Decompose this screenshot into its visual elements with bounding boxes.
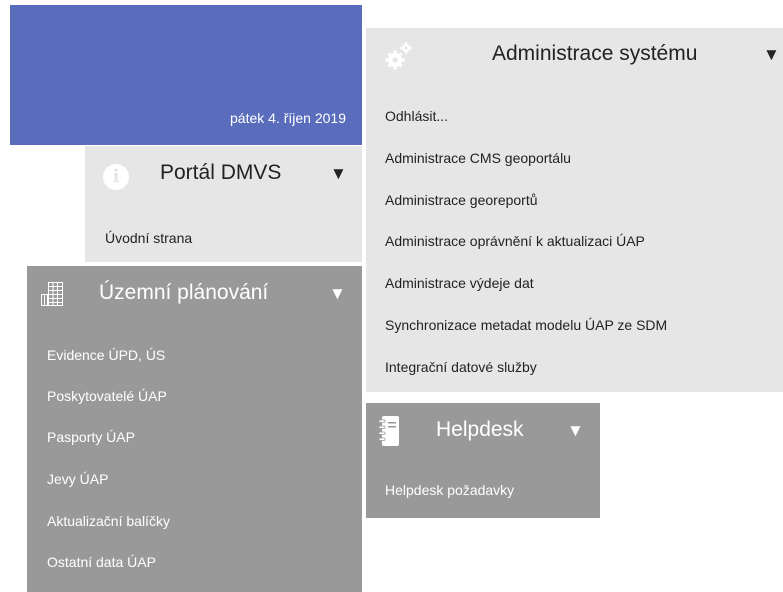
menu-item-aktualizacni-balicky[interactable]: Aktualizační balíčky bbox=[47, 513, 170, 529]
uzemni-planovani-title: Územní plánování bbox=[99, 281, 269, 304]
portal-dmvs-title: Portál DMVS bbox=[160, 161, 282, 184]
menu-item-administrace-georeportu[interactable]: Administrace georeportů bbox=[385, 192, 538, 208]
chevron-down-icon: ▼ bbox=[567, 421, 584, 440]
administrace-systemu-title: Administrace systému bbox=[492, 42, 698, 65]
helpdesk-menu: Helpdesk ▼ Helpdesk požadavky bbox=[366, 403, 600, 518]
menu-item-ostatni-data-uap[interactable]: Ostatní data ÚAP bbox=[47, 554, 156, 570]
menu-item-helpdesk-pozadavky[interactable]: Helpdesk požadavky bbox=[385, 482, 514, 498]
menu-item-evidence-upd[interactable]: Evidence ÚPD, ÚS bbox=[47, 347, 165, 363]
helpdesk-title: Helpdesk bbox=[436, 418, 524, 441]
menu-item-administrace-opravneni[interactable]: Administrace oprávnění k aktualizaci ÚAP bbox=[385, 233, 645, 249]
date-panel: pátek 4. říjen 2019 bbox=[10, 5, 362, 145]
helpdesk-header[interactable]: Helpdesk ▼ bbox=[366, 403, 600, 459]
administrace-systemu-header[interactable]: Administrace systému ▼ bbox=[366, 28, 783, 86]
administrace-systemu-menu: Administrace systému ▼ Odhlásit... Admin… bbox=[366, 28, 783, 392]
chevron-down-icon: ▼ bbox=[330, 164, 347, 183]
menu-item-administrace-vydeje[interactable]: Administrace výdeje dat bbox=[385, 275, 534, 291]
portal-dmvs-header[interactable]: i Portál DMVS ▼ bbox=[85, 146, 362, 206]
menu-item-administrace-cms[interactable]: Administrace CMS geoportálu bbox=[385, 150, 571, 166]
menu-item-pasporty-uap[interactable]: Pasporty ÚAP bbox=[47, 429, 135, 445]
menu-item-poskytovatele-uap[interactable]: Poskytovatelé ÚAP bbox=[47, 388, 167, 404]
current-date: pátek 4. říjen 2019 bbox=[230, 110, 346, 126]
uzemni-planovani-menu: Územní plánování ▼ Evidence ÚPD, ÚS Posk… bbox=[27, 266, 362, 592]
chevron-down-icon: ▼ bbox=[329, 284, 346, 303]
portal-dmvs-menu: i Portál DMVS ▼ Úvodní strana bbox=[85, 146, 362, 262]
menu-item-uvodni-strana[interactable]: Úvodní strana bbox=[105, 230, 192, 246]
menu-item-synchronizace-metadat[interactable]: Synchronizace metadat modelu ÚAP ze SDM bbox=[385, 317, 667, 333]
gears-icon bbox=[385, 42, 412, 70]
notebook-icon bbox=[378, 416, 399, 446]
menu-item-jevy-uap[interactable]: Jevy ÚAP bbox=[47, 471, 108, 487]
menu-item-odhlasit[interactable]: Odhlásit... bbox=[385, 108, 448, 124]
building-grid-icon bbox=[41, 282, 63, 306]
info-icon: i bbox=[103, 164, 129, 190]
uzemni-planovani-header[interactable]: Územní plánování ▼ bbox=[27, 266, 362, 326]
menu-item-integracni-sluzby[interactable]: Integrační datové služby bbox=[385, 359, 537, 375]
chevron-down-icon: ▼ bbox=[763, 45, 780, 64]
